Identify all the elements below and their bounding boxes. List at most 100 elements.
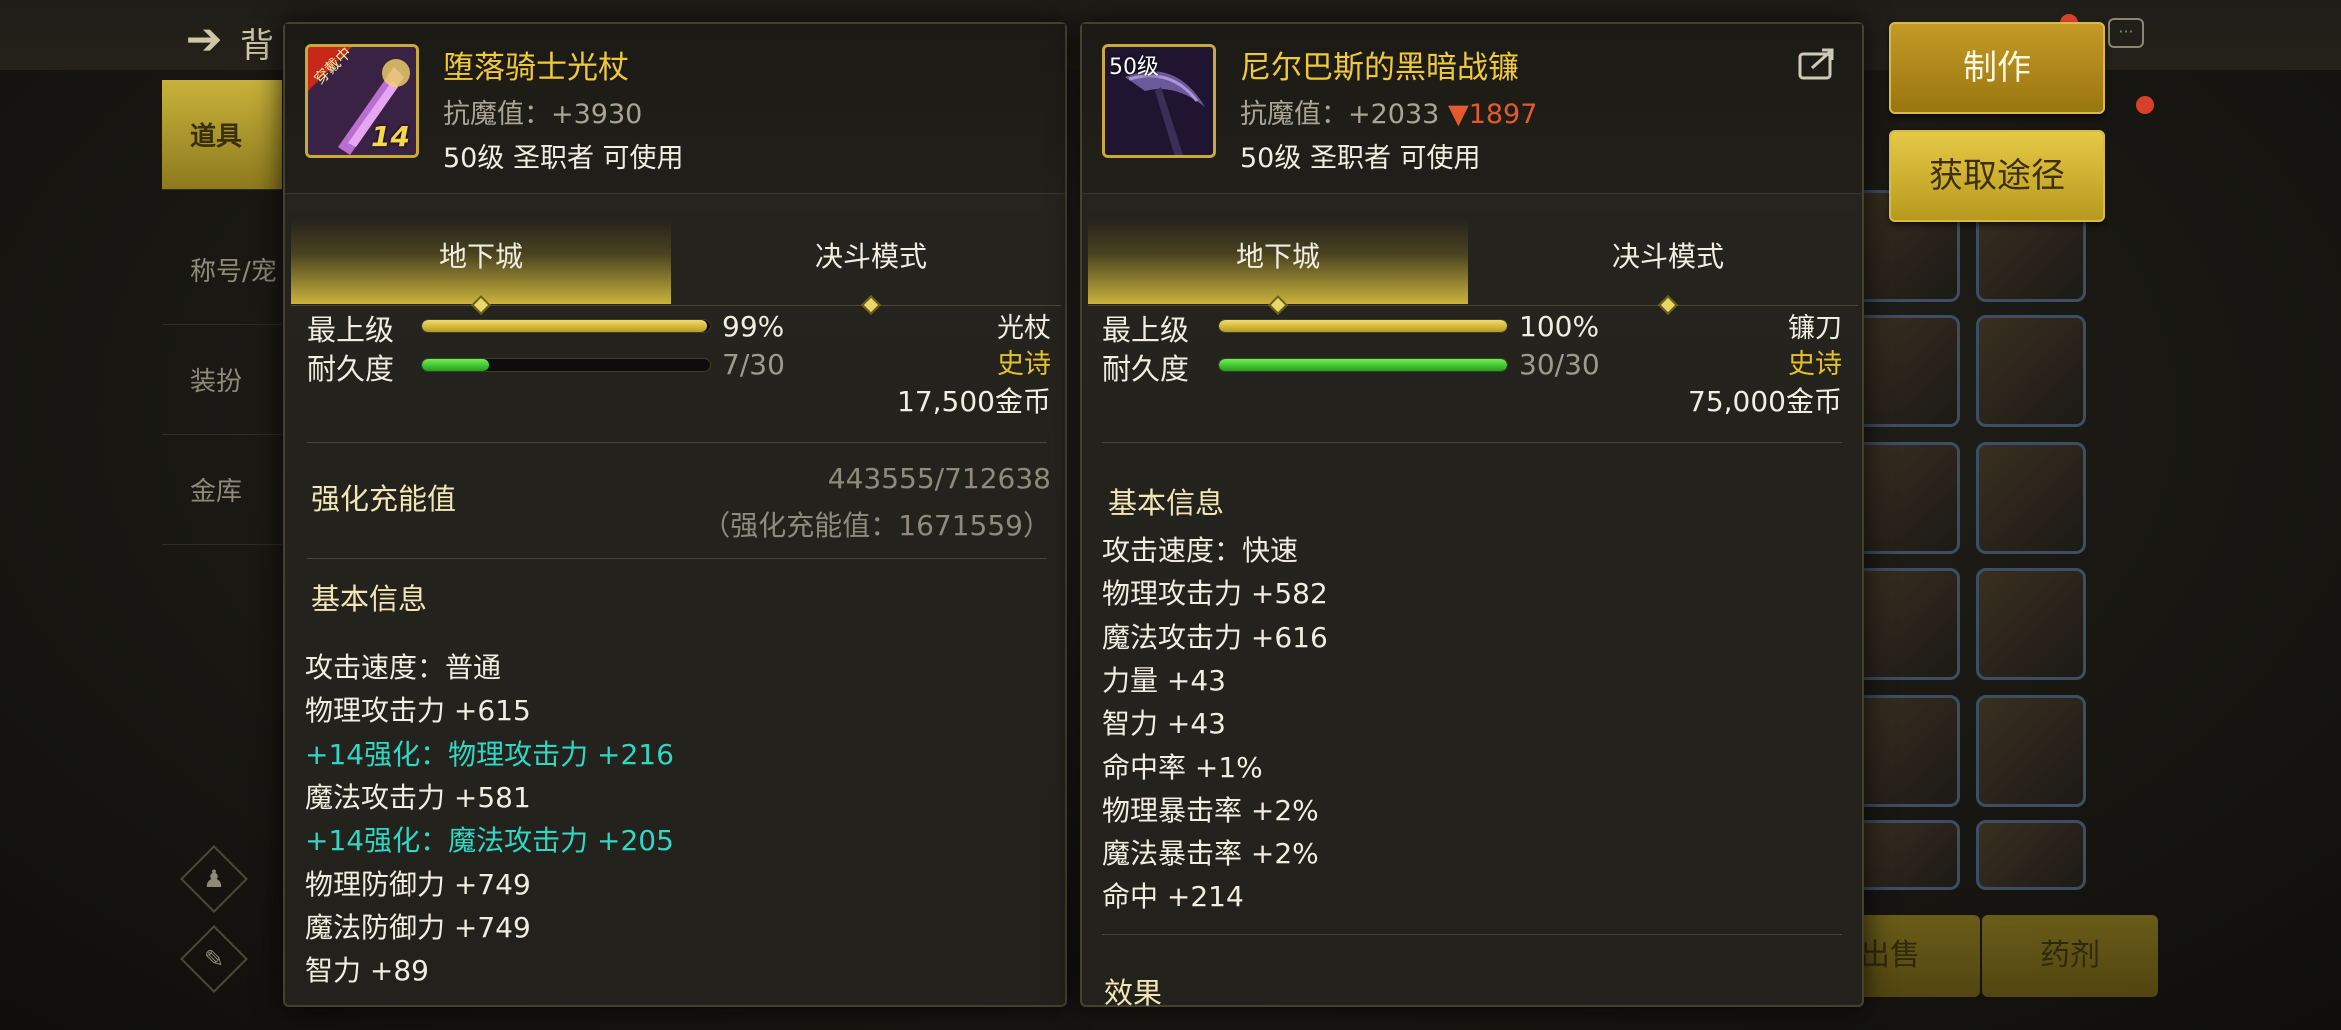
inventory-slot[interactable] xyxy=(1850,820,1960,890)
diamond-icon xyxy=(1658,295,1678,315)
inventory-grid xyxy=(1850,190,2150,890)
tab-dungeon[interactable]: 地下城 xyxy=(1088,220,1468,315)
inventory-slot[interactable] xyxy=(1850,315,1960,427)
inventory-slot[interactable] xyxy=(1976,695,2086,807)
attribute-line: 魔法攻击力 +581 xyxy=(305,780,531,814)
charge-total: （强化充能值：1671559） xyxy=(702,509,1051,542)
craft-button[interactable]: 制作 xyxy=(1889,22,2105,114)
diamond-icon xyxy=(1268,295,1288,315)
attribute-line: 力量 +43 xyxy=(1102,663,1226,697)
divider xyxy=(307,558,1047,559)
item-requirement: 50级 圣职者 可使用 xyxy=(1240,143,1481,174)
attribute-line: 物理攻击力 +615 xyxy=(305,694,531,728)
inventory-slot[interactable] xyxy=(1850,442,1960,554)
obtain-method-button[interactable]: 获取途径 xyxy=(1889,130,2105,222)
tab-duel[interactable]: 决斗模式 xyxy=(1478,220,1858,315)
durability-label: 耐久度 xyxy=(1102,352,1190,386)
inventory-slot[interactable] xyxy=(1976,820,2086,890)
grade-label: 最上级 xyxy=(1102,313,1190,347)
scythe-item-icon: 50级 xyxy=(1102,44,1216,158)
mode-tabs: 地下城 决斗模式 xyxy=(1088,220,1858,315)
attribute-line: 魔法攻击力 +616 xyxy=(1102,620,1328,654)
item-name: 堕落骑士光杖 xyxy=(443,50,629,86)
tab-dungeon-label: 地下城 xyxy=(1235,240,1320,273)
price: 75,000金币 xyxy=(1688,385,1842,418)
mode-tabs: 地下城 决斗模式 xyxy=(291,220,1061,315)
durability-bar xyxy=(1218,358,1508,372)
nav-item-items[interactable]: 道具 xyxy=(162,80,282,190)
item-name: 尼尔巴斯的黑暗战镰 xyxy=(1240,50,1519,86)
attribute-line: +14强化：魔法攻击力 +205 xyxy=(305,824,674,858)
attribute-line: 智力 +43 xyxy=(1102,707,1226,741)
anti-magic-value: 抗魔值：+3930 xyxy=(443,99,643,130)
left-nav: 道具 称号/宠 装扮 金库 xyxy=(162,80,282,920)
level-badge: 50级 xyxy=(1109,55,1159,80)
effect-title: 效果 xyxy=(1104,976,1163,1010)
tab-dungeon[interactable]: 地下城 xyxy=(291,220,671,315)
tab-duel-label: 决斗模式 xyxy=(814,240,927,273)
inventory-slot[interactable] xyxy=(1850,568,1960,680)
notification-dot xyxy=(2136,96,2154,114)
attribute-line: 智力 +89 xyxy=(305,954,429,988)
grade-percent: 100% xyxy=(1519,310,1600,343)
grade-bar xyxy=(421,319,711,333)
sidebar-edit-icon[interactable]: ✎ xyxy=(180,925,248,993)
attribute-line: 攻击速度：快速 xyxy=(1102,534,1299,567)
inventory-slot[interactable] xyxy=(1976,315,2086,427)
attribute-line: 命中 +214 xyxy=(1102,880,1244,914)
tab-duel-label: 决斗模式 xyxy=(1611,240,1724,273)
durability-label: 耐久度 xyxy=(307,352,395,386)
divider xyxy=(1102,934,1842,935)
basic-info-title: 基本信息 xyxy=(311,582,428,616)
attribute-line: 命中率 +1% xyxy=(1102,750,1263,784)
inventory-slot[interactable] xyxy=(1976,442,2086,554)
attribute-line: 物理暴击率 +2% xyxy=(1102,793,1319,827)
durability-value: 30/30 xyxy=(1519,348,1600,381)
staff-item-icon: 穿戴中 14 xyxy=(305,44,419,158)
nav-item-vault[interactable]: 金库 xyxy=(162,435,282,545)
attribute-line: 攻击速度：普通 xyxy=(305,651,502,684)
attribute-line: 魔法防御力 +749 xyxy=(305,910,531,944)
back-arrow-icon[interactable]: ➔ xyxy=(178,14,230,66)
charge-progress: 443555/712638 xyxy=(827,462,1051,495)
rarity: 史诗 xyxy=(997,349,1051,380)
item-requirement: 50级 圣职者 可使用 xyxy=(443,143,684,174)
weapon-type: 镰刀 xyxy=(1788,313,1842,344)
chat-icon[interactable]: ··· xyxy=(2108,18,2144,48)
diamond-icon xyxy=(861,295,881,315)
inventory-slot[interactable] xyxy=(1850,695,1960,807)
price: 17,500金币 xyxy=(897,385,1051,418)
attribute-line: 魔法暴击率 +2% xyxy=(1102,837,1319,871)
attribute-line: +14强化：物理攻击力 +216 xyxy=(305,737,674,771)
divider xyxy=(307,442,1047,443)
nav-item-avatar[interactable]: 装扮 xyxy=(162,325,282,435)
enhance-level: 14 xyxy=(371,120,410,153)
share-icon[interactable] xyxy=(1798,46,1838,82)
tab-duel[interactable]: 决斗模式 xyxy=(681,220,1061,315)
basic-info-title: 基本信息 xyxy=(1108,486,1225,520)
weapon-type: 光杖 xyxy=(997,313,1051,344)
grade-bar xyxy=(1218,319,1508,333)
anti-magic-diff: ▼1897 xyxy=(1447,99,1538,130)
inventory-slot[interactable] xyxy=(1976,568,2086,680)
background-title: 背 xyxy=(240,26,274,66)
nav-item-titles[interactable]: 称号/宠 xyxy=(162,215,282,325)
compare-item-panel: 50级 尼尔巴斯的黑暗战镰 抗魔值：+2033 ▼1897 50级 圣职者 可使… xyxy=(1080,22,1864,1010)
durability-bar-fill xyxy=(422,359,490,371)
equipped-item-panel: 穿戴中 14 堕落骑士光杖 抗魔值：+3930 50级 圣职者 可使用 地下城 … xyxy=(283,22,1067,1007)
tab-dungeon-label: 地下城 xyxy=(438,240,523,273)
anti-magic-text: 抗魔值：+2033 xyxy=(1240,99,1440,130)
grade-bar-fill xyxy=(1219,320,1507,332)
potion-button[interactable]: 药剂 xyxy=(1982,915,2158,997)
divider xyxy=(1102,442,1842,443)
rarity: 史诗 xyxy=(1788,349,1842,380)
durability-value: 7/30 xyxy=(722,348,785,381)
grade-percent: 99% xyxy=(722,310,785,343)
attribute-line: 物理攻击力 +582 xyxy=(1102,577,1328,611)
charge-title: 强化充能值 xyxy=(311,482,457,516)
attribute-line: 物理防御力 +749 xyxy=(305,867,531,901)
anti-magic-value: 抗魔值：+2033 ▼1897 xyxy=(1240,92,1537,131)
diamond-icon xyxy=(471,295,491,315)
grade-bar-fill xyxy=(422,320,708,332)
grade-label: 最上级 xyxy=(307,313,395,347)
